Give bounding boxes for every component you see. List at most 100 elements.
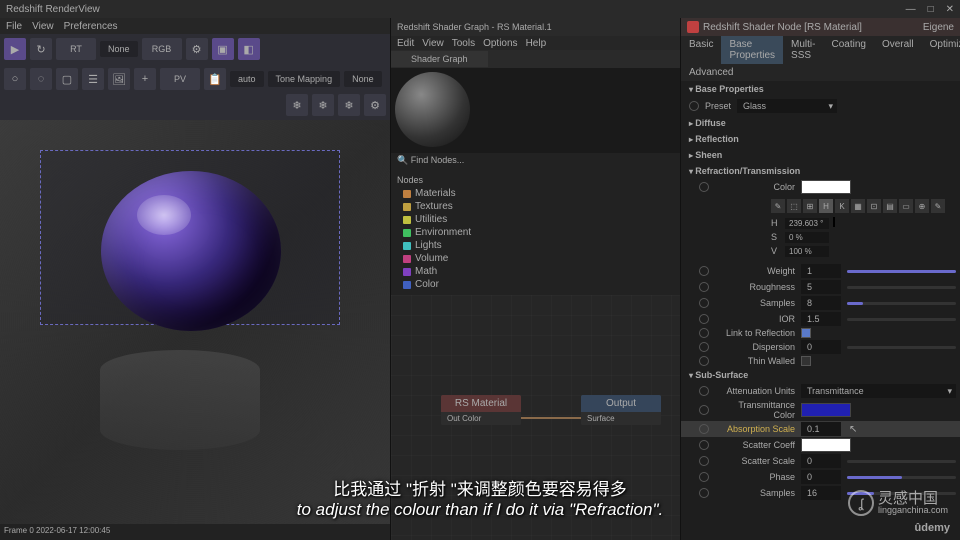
tab-advanced[interactable]: Advanced [681,64,741,81]
tab-coating[interactable]: Coating [823,36,873,64]
snowflake-icon[interactable]: ❄ [312,94,334,116]
node-category-lights[interactable]: Lights [395,239,676,252]
v-value[interactable]: 100 % [785,246,829,257]
dispersion-slider[interactable] [847,346,956,349]
ior-slider[interactable] [847,318,956,321]
tonemap-dropdown[interactable]: Tone Mapping [268,71,341,87]
phase-slider[interactable] [847,476,956,479]
tab-overall[interactable]: Overall [874,36,922,64]
color-mode-button[interactable]: ⊡ [867,199,881,213]
section-subsurface[interactable]: Sub-Surface [681,367,960,383]
pv-button[interactable]: PV [160,68,200,90]
kf[interactable] [699,424,709,434]
roughness-value[interactable]: 5 [801,280,841,294]
node-port-surface[interactable]: Surface [581,412,661,425]
kf[interactable] [699,282,709,292]
color-mode-button[interactable]: ⬚ [787,199,801,213]
node-category-environment[interactable]: Environment [395,226,676,239]
section-sheen[interactable]: Sheen [681,147,960,163]
plus-icon[interactable]: + [134,68,156,90]
dispersion-value[interactable]: 0 [801,340,841,354]
samples-value[interactable]: 8 [801,296,841,310]
kf[interactable] [699,405,709,415]
settings-icon[interactable]: ⚙ [364,94,386,116]
snowflake-icon[interactable]: ❄ [338,94,360,116]
color-mode-button[interactable]: ▤ [883,199,897,213]
kf[interactable] [699,472,709,482]
color-mode-button[interactable]: ⊕ [915,199,929,213]
layer-dropdown[interactable]: None [100,41,138,57]
kf[interactable] [699,440,709,450]
circle-icon[interactable]: ○ [4,68,26,90]
region-button[interactable]: ◧ [238,38,260,60]
node-category-math[interactable]: Math [395,265,676,278]
trans-color-swatch[interactable] [801,403,851,417]
section-refraction[interactable]: Refraction/Transmission [681,163,960,179]
section-base-properties[interactable]: Base Properties [681,81,960,97]
render-region-frame[interactable] [40,150,340,325]
rgb-button[interactable]: RGB [142,38,182,60]
copy-icon[interactable]: 📋 [204,68,226,90]
kf[interactable] [699,342,709,352]
menu-preferences[interactable]: Preferences [64,21,118,32]
node-output[interactable]: Output Surface [581,395,661,425]
filter-dropdown[interactable]: None [344,71,382,87]
node-category-color[interactable]: Color [395,278,676,291]
node-category-materials[interactable]: Materials [395,187,676,200]
samples2-value[interactable]: 16 [801,486,841,500]
kf[interactable] [699,488,709,498]
preset-keyframe[interactable] [689,101,699,111]
tab-multi-sss[interactable]: Multi-SSS [783,36,823,64]
color-mode-button[interactable]: ✎ [931,199,945,213]
node-category-volume[interactable]: Volume [395,252,676,265]
tab-basic[interactable]: Basic [681,36,721,64]
section-diffuse[interactable]: Diffuse [681,115,960,131]
color-mode-button[interactable]: ▦ [851,199,865,213]
link-reflection-checkbox[interactable] [801,328,811,338]
phase-value[interactable]: 0 [801,470,841,484]
abs-scale-value[interactable]: 0.1 [801,422,841,436]
ior-value[interactable]: 1.5 [801,312,841,326]
kf[interactable] [699,456,709,466]
find-nodes-input[interactable]: 🔍 Find Nodes... [391,153,680,169]
minimize-button[interactable]: — [906,4,916,15]
kf[interactable] [699,298,709,308]
kf[interactable] [699,314,709,324]
color-mode-button[interactable]: ⊞ [803,199,817,213]
menu-view[interactable]: View [32,21,54,32]
kf[interactable] [699,356,709,366]
h-value[interactable]: 239.603 ° [785,218,829,229]
node-category-textures[interactable]: Textures [395,200,676,213]
scatter-scale-value[interactable]: 0 [801,454,841,468]
menu-file[interactable]: File [6,21,22,32]
tab-base-properties[interactable]: Base Properties [721,36,783,64]
node-category-utilities[interactable]: Utilities [395,213,676,226]
focus-icon[interactable]: ▢ [56,68,78,90]
color-swatch[interactable] [801,180,851,194]
section-reflection[interactable]: Reflection [681,131,960,147]
maximize-button[interactable]: □ [928,4,934,15]
layers-icon[interactable]: ☰ [82,68,104,90]
scatter-scale-slider[interactable] [847,460,956,463]
auto-dropdown[interactable]: auto [230,71,264,87]
node-port-outcolor[interactable]: Out Color [441,412,521,425]
play-button[interactable]: ▶ [4,38,26,60]
color-keyframe[interactable] [699,182,709,192]
gear-icon[interactable]: ⚙ [186,38,208,60]
close-button[interactable]: ✕ [946,4,954,15]
kf[interactable] [699,266,709,276]
sg-menu-tools[interactable]: Tools [452,38,475,49]
color-mode-button[interactable]: K [835,199,849,213]
color-mode-button[interactable]: H [819,199,833,213]
color-mode-button[interactable]: ✎ [771,199,785,213]
weight-slider[interactable] [847,270,956,273]
node-rs-material[interactable]: RS Material Out Color [441,395,521,425]
rt-button[interactable]: RT [56,38,96,60]
s-value[interactable]: 0 % [785,232,829,243]
refresh-button[interactable]: ↻ [30,38,52,60]
tab-shader-graph[interactable]: Shader Graph [391,51,488,67]
sg-menu-help[interactable]: Help [526,38,547,49]
kf[interactable] [699,386,709,396]
image-icon[interactable]: 🖼 [108,68,130,90]
layer-name[interactable]: Eigene [923,22,954,33]
